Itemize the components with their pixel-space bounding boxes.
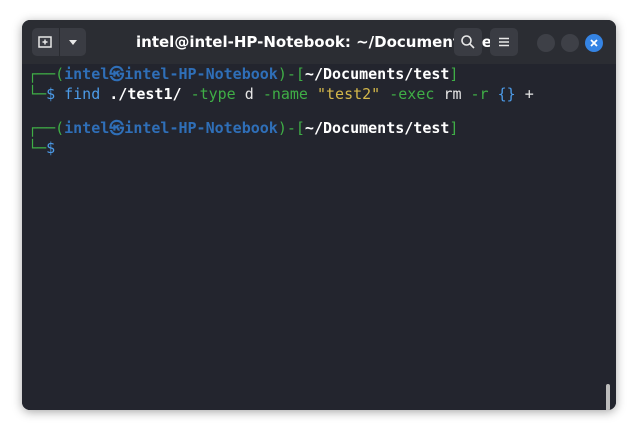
command-value: d [244,85,254,103]
prompt-user: intel [64,65,110,83]
menu-button[interactable] [490,28,518,56]
scrollbar[interactable] [606,384,610,410]
hamburger-menu-icon [499,37,509,47]
prompt-line: ┌──(intel㉿intel-HP-Notebook)-[~/Document… [28,118,458,138]
terminal-content[interactable]: ┌──(intel㉿intel-HP-Notebook)-[~/Document… [22,64,616,410]
search-icon [461,35,475,49]
prompt-separator: ㉿ [109,65,125,83]
command-option: -type [190,85,236,103]
prompt-dollar: $ [46,139,56,157]
command-line: └─$ [28,138,55,158]
command-option: -r [470,85,489,103]
command-string: "test2" [317,85,381,103]
search-button[interactable] [454,28,482,56]
prompt-mid: )-[ [277,65,305,83]
prompt-host: intel-HP-Notebook [124,119,278,137]
prompt-arrow: └─ [28,85,47,103]
command-line: └─$ find ./test1/ -type d -name "test2" … [28,84,534,104]
prompt-line: ┌──(intel㉿intel-HP-Notebook)-[~/Document… [28,64,458,84]
terminal-window: intel@intel-HP-Notebook: ~/Documents/tes… [22,20,616,410]
maximize-button[interactable] [561,34,579,52]
prompt-user: intel [64,119,110,137]
prompt-arrow: └─ [28,139,47,157]
minimize-button[interactable] [537,34,555,52]
prompt-corner: ┌──( [28,119,65,137]
prompt-path: ~/Documents/test [304,65,450,83]
command-option: -name [262,85,308,103]
close-button[interactable] [585,34,603,52]
prompt-mid: )-[ [277,119,305,137]
prompt-dollar: $ [46,85,56,103]
prompt-host: intel-HP-Notebook [124,65,278,83]
command-option: -exec [389,85,435,103]
command-name: find [64,85,101,103]
command-value: rm [443,85,462,103]
close-icon [590,39,598,47]
title-bar: intel@intel-HP-Notebook: ~/Documents/tes… [22,20,616,64]
window-title: intel@intel-HP-Notebook: ~/Documents/tes… [136,33,508,51]
command-plus: + [524,85,534,103]
prompt-end: ] [449,119,459,137]
prompt-path: ~/Documents/test [304,119,450,137]
prompt-corner: ┌──( [28,65,65,83]
prompt-separator: ㉿ [109,119,125,137]
command-path-arg: ./test1/ [109,85,182,103]
command-braces: {} [497,85,516,103]
prompt-end: ] [449,65,459,83]
